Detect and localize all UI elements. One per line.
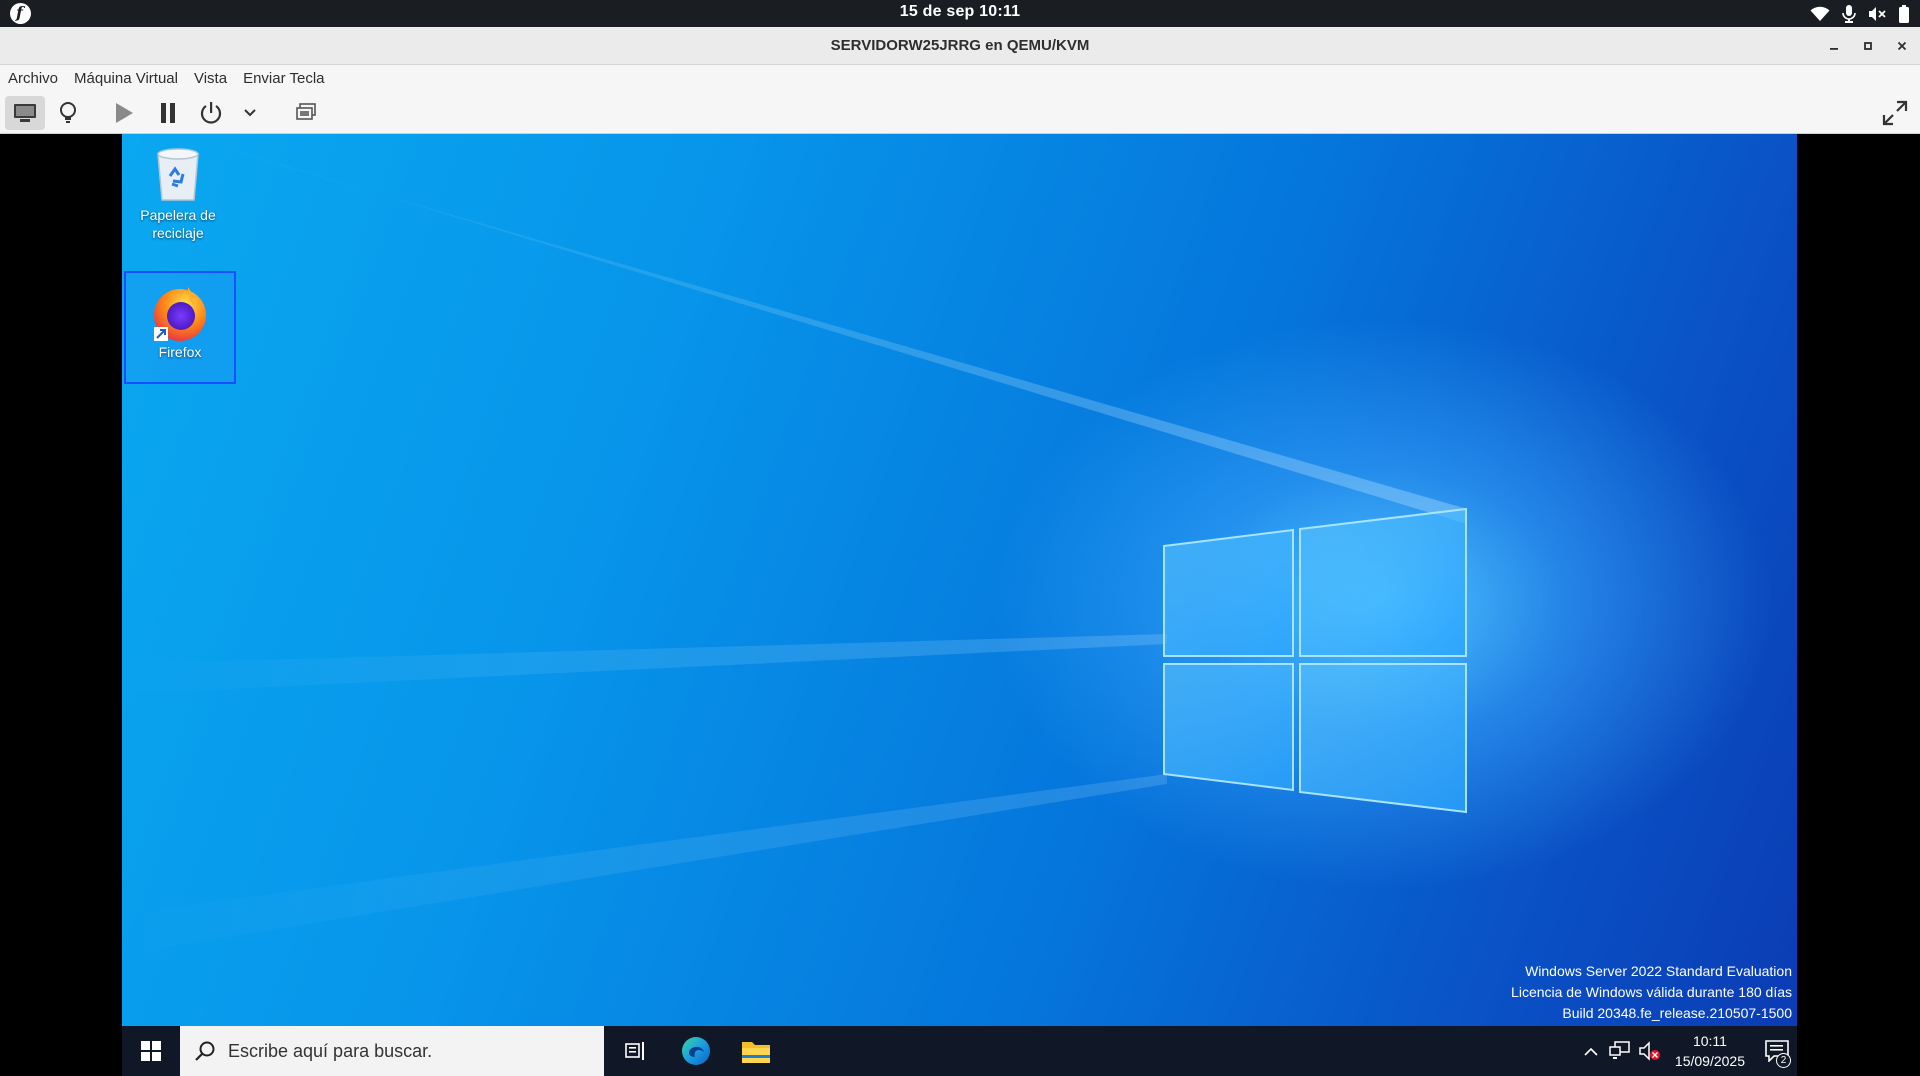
menu-archivo[interactable]: Archivo: [8, 70, 66, 87]
task-view-icon: [625, 1042, 644, 1060]
volume-muted-icon: [1639, 1041, 1660, 1061]
run-button[interactable]: [108, 96, 140, 130]
menu-enviar-tecla[interactable]: Enviar Tecla: [243, 70, 332, 87]
taskbar-time: 10:11: [1692, 1033, 1727, 1049]
search-icon: [195, 1041, 215, 1061]
system-tray[interactable]: [1810, 3, 1910, 24]
recycle-bin-label-line1: Papelera de: [140, 207, 216, 223]
notifications-button[interactable]: 2: [1757, 1026, 1797, 1076]
windows-desktop[interactable]: Papelera de reciclaje Firefox Windows Se…: [122, 134, 1797, 1076]
menu-vista[interactable]: Vista: [194, 70, 235, 87]
snapshots-button[interactable]: [290, 96, 322, 130]
edge-taskbar-button[interactable]: [666, 1026, 726, 1076]
close-button[interactable]: [1891, 35, 1913, 57]
chevron-up-icon: [1584, 1047, 1598, 1056]
fullscreen-icon: [1882, 100, 1908, 126]
taskbar-search-box[interactable]: Escribe aquí para buscar.: [180, 1026, 604, 1076]
menubar: Archivo Máquina Virtual Vista Enviar Tec…: [0, 65, 1920, 92]
microphone-icon: [1842, 4, 1856, 23]
console-icon: [14, 104, 36, 122]
console-button[interactable]: [5, 96, 45, 130]
toolbar: [0, 92, 1920, 134]
maximize-icon: [1864, 42, 1872, 50]
edge-icon: [682, 1037, 710, 1065]
pause-icon: [161, 103, 175, 123]
vm-display[interactable]: Papelera de reciclaje Firefox Windows Se…: [0, 134, 1920, 1076]
close-icon: [1897, 41, 1907, 51]
minimize-icon: [1830, 48, 1838, 50]
window-titlebar[interactable]: SERVIDORW25JRRG en QEMU/KVM: [0, 27, 1920, 65]
start-button[interactable]: [122, 1026, 180, 1076]
minimize-button[interactable]: [1823, 35, 1845, 57]
recycle-bin-icon: [157, 148, 199, 201]
window-title: SERVIDORW25JRRG en QEMU/KVM: [830, 37, 1090, 54]
power-icon: [200, 102, 222, 124]
file-explorer-taskbar-button[interactable]: [726, 1026, 786, 1076]
shutdown-menu-button[interactable]: [238, 96, 262, 130]
maximize-button[interactable]: [1857, 35, 1879, 57]
taskbar-date: 15/09/2025: [1674, 1053, 1745, 1069]
volume-button[interactable]: [1635, 1026, 1665, 1076]
chevron-down-icon: [244, 109, 256, 117]
play-icon: [116, 103, 133, 123]
details-bulb-icon: [60, 102, 76, 123]
file-explorer-icon: [742, 1042, 770, 1063]
desktop-icon-firefox[interactable]: Firefox: [124, 271, 236, 384]
top-bar-clock[interactable]: 15 de sep 10:11: [0, 3, 1920, 21]
network-icon: [1609, 1041, 1630, 1059]
snapshots-icon: [296, 103, 316, 120]
details-button[interactable]: [50, 96, 86, 130]
windows-start-icon: [141, 1041, 161, 1061]
watermark-edition: Windows Server 2022 Standard Evaluation: [1525, 963, 1792, 979]
task-view-button[interactable]: [606, 1026, 666, 1076]
windows-watermark: Windows Server 2022 Standard Evaluation …: [1511, 961, 1792, 1024]
battery-icon: [1899, 4, 1909, 23]
search-placeholder: Escribe aquí para buscar.: [228, 1040, 433, 1061]
recycle-bin-label-line2: reciclaje: [152, 225, 204, 241]
notification-count-badge: 2: [1776, 1053, 1791, 1068]
menu-maquina-virtual[interactable]: Máquina Virtual: [74, 70, 186, 87]
windows-taskbar: Escribe aquí para buscar. 10:11 15/09/20…: [122, 1026, 1797, 1076]
show-hidden-icons-button[interactable]: [1577, 1026, 1605, 1076]
shutdown-button[interactable]: [195, 96, 227, 130]
wifi-icon: [1810, 6, 1830, 21]
network-button[interactable]: [1605, 1026, 1635, 1076]
watermark-build: Build 20348.fe_release.210507-1500: [1562, 1005, 1792, 1021]
watermark-license: Licencia de Windows válida durante 180 d…: [1511, 984, 1792, 1000]
fullscreen-button[interactable]: [1877, 96, 1913, 130]
firefox-icon: [154, 287, 206, 341]
pause-button[interactable]: [152, 96, 184, 130]
desktop-icon-recycle-bin[interactable]: Papelera de reciclaje: [122, 140, 234, 250]
firefox-label: Firefox: [158, 344, 202, 360]
taskbar-clock[interactable]: 10:11 15/09/2025: [1675, 1031, 1745, 1071]
gnome-top-bar: 15 de sep 10:11: [0, 0, 1920, 27]
windows-system-tray: 10:11 15/09/2025 2: [1577, 1026, 1797, 1076]
speaker-muted-icon: [1869, 6, 1886, 21]
windows-wallpaper: [122, 134, 1467, 954]
